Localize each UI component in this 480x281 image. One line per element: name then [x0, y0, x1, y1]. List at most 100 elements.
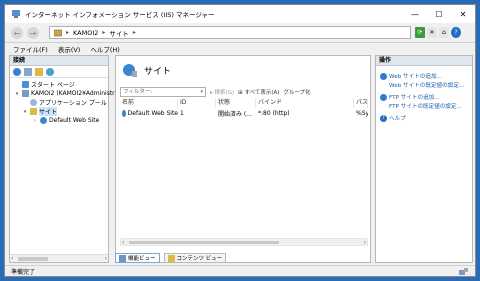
- connections-toolbar: [10, 66, 108, 78]
- table-header: 名前 ID 状態 バインド パス: [120, 98, 368, 108]
- status-bar: 準備完了: [5, 265, 475, 276]
- maximize-button[interactable]: ☐: [427, 5, 451, 23]
- search-icon: ▸: [210, 89, 213, 96]
- crumb-separator: ▸: [132, 29, 136, 36]
- column-state[interactable]: 状態: [216, 98, 256, 108]
- globe-icon: [380, 93, 387, 101]
- expand-icon[interactable]: ▾: [14, 91, 20, 97]
- show-all-button[interactable]: ⊞ すべて表示(A): [238, 88, 279, 96]
- menu-bar: ファイル(F) 表示(V) ヘルプ(H): [5, 43, 475, 55]
- server-icon: [54, 29, 62, 36]
- help-icon: ?: [380, 114, 387, 122]
- connect-icon[interactable]: [13, 67, 21, 76]
- features-view-icon: [119, 254, 126, 262]
- site-name: Default Web Site: [127, 109, 178, 117]
- scrollbar-thumb[interactable]: [18, 257, 48, 261]
- title-bar: インターネット インフォメーション サービス (IIS) マネージャー — ☐ …: [5, 5, 475, 23]
- tree-item-app-pools[interactable]: アプリケーション プール: [22, 98, 107, 107]
- connections-header: 接続: [10, 56, 108, 66]
- close-button[interactable]: ✕: [451, 5, 475, 23]
- action-website-defaults[interactable]: Web サイトの既定値の設定...: [389, 81, 464, 89]
- address-field[interactable]: ▸ KAMOI2 ▸ サイト ▸: [49, 26, 411, 39]
- iis-manager-window: インターネット インフォメーション サービス (IIS) マネージャー — ☐ …: [4, 4, 476, 277]
- scroll-left-icon[interactable]: ‹: [11, 255, 13, 262]
- action-help[interactable]: ? ヘルプ: [380, 114, 406, 122]
- chevron-down-icon[interactable]: ▾: [200, 88, 203, 96]
- iis-app-icon: [12, 10, 20, 18]
- tree-label: サイト: [39, 107, 58, 116]
- column-name[interactable]: 名前: [120, 98, 178, 108]
- folder-icon[interactable]: [35, 67, 43, 76]
- help-icon[interactable]: ?: [451, 27, 461, 38]
- site-binding: *:80 (http): [258, 109, 290, 117]
- filter-input[interactable]: フィルター: ▾: [120, 86, 206, 97]
- table-row[interactable]: Default Web Site 1 開始済み (... *:80 (http)…: [120, 108, 368, 118]
- home-icon[interactable]: ⌂: [439, 27, 449, 38]
- globe-icon: [40, 117, 47, 124]
- actions-pane: 操作 Web サイトの追加... Web サイトの既定値の設定... FTP サ…: [375, 55, 473, 263]
- tab-features-view[interactable]: 機能ビュー: [115, 253, 160, 263]
- tree-label: Default Web Site: [49, 117, 100, 124]
- refresh-icon[interactable]: ⟳: [415, 27, 425, 38]
- scroll-right-icon[interactable]: ›: [105, 255, 107, 262]
- scroll-right-icon[interactable]: ›: [364, 239, 366, 247]
- sites-scrollbar[interactable]: ‹ ›: [120, 238, 368, 246]
- action-add-website[interactable]: Web サイトの追加...: [380, 72, 442, 80]
- crumb-separator: ▸: [102, 29, 106, 36]
- globe-icon: [380, 72, 387, 80]
- crumb-separator: ▸: [66, 29, 70, 36]
- sites-header: サイト: [116, 56, 370, 84]
- menu-view[interactable]: 表示(V): [58, 44, 81, 54]
- filter-bar: フィルター: ▾ ▸ 検索(G) ⊞ すべて表示(A) グループ化: [120, 86, 368, 97]
- breadcrumb-sites[interactable]: サイト: [109, 28, 129, 38]
- breadcrumb-server[interactable]: KAMOI2: [73, 29, 98, 37]
- minimize-button[interactable]: —: [403, 5, 427, 23]
- show-all-icon: ⊞: [238, 89, 243, 96]
- menu-help[interactable]: ヘルプ(H): [90, 44, 119, 54]
- column-binding[interactable]: バインド: [256, 98, 354, 108]
- tree-item-server[interactable]: ▾ KAMOI2 (KAMOI2¥Administrator): [14, 89, 129, 98]
- menu-file[interactable]: ファイル(F): [13, 44, 48, 54]
- forward-button[interactable]: →: [27, 27, 39, 39]
- actions-header: 操作: [376, 56, 472, 66]
- window-title: インターネット インフォメーション サービス (IIS) マネージャー: [25, 11, 215, 19]
- network-status-icon: [459, 268, 468, 275]
- sites-table: 名前 ID 状態 バインド パス Default Web Site 1 開始済み…: [120, 98, 368, 118]
- tree-label: スタート ページ: [31, 82, 75, 89]
- action-add-ftp-site[interactable]: FTP サイトの追加...: [380, 93, 440, 101]
- sites-pane: サイト フィルター: ▾ ▸ 検索(G) ⊞ すべて表示(A) グループ化 名前…: [115, 55, 371, 263]
- scrollbar-thumb[interactable]: [129, 241, 279, 244]
- site-path: %Sy: [356, 109, 368, 117]
- expand-icon[interactable]: ▾: [22, 109, 28, 115]
- connections-pane: 接続 スタート ページ ▾ KAMOI2 (KAMOI2¥Administrat…: [9, 55, 129, 263]
- tab-content-view[interactable]: コンテンツ ビュー: [163, 253, 227, 263]
- column-id[interactable]: ID: [178, 98, 216, 108]
- group-by-button[interactable]: グループ化: [283, 88, 310, 96]
- globe-icon: [122, 109, 126, 117]
- view-tabs: 機能ビュー コンテンツ ビュー: [115, 253, 227, 263]
- back-button[interactable]: ←: [11, 27, 23, 39]
- status-text: 準備完了: [11, 269, 36, 276]
- sites-folder-icon: [30, 108, 37, 115]
- tree-label: アプリケーション プール: [39, 100, 107, 107]
- expand-icon[interactable]: ›: [32, 118, 38, 124]
- tree-item-sites[interactable]: ▾ サイト: [22, 107, 58, 116]
- arrow-right-icon: →: [29, 28, 37, 38]
- column-path[interactable]: パス: [354, 98, 368, 108]
- server-node-icon: [22, 90, 29, 97]
- action-ftp-defaults[interactable]: FTP サイトの既定値の設定...: [389, 102, 462, 110]
- save-icon[interactable]: [24, 67, 32, 76]
- scroll-left-icon[interactable]: ‹: [122, 239, 124, 247]
- refresh-connections-icon[interactable]: [46, 67, 54, 76]
- arrow-left-icon: ←: [13, 28, 21, 38]
- content-view-icon: [167, 254, 175, 262]
- tree-item-start-page[interactable]: スタート ページ: [14, 80, 75, 89]
- page-title: サイト: [144, 66, 172, 77]
- search-button[interactable]: ▸ 検索(G): [210, 88, 234, 96]
- connections-scrollbar[interactable]: ‹ ›: [10, 254, 108, 262]
- stop-icon[interactable]: ✕: [427, 27, 437, 38]
- tree-item-default-web-site[interactable]: › Default Web Site: [32, 116, 99, 125]
- start-page-icon: [22, 81, 29, 88]
- site-id: 1: [180, 109, 184, 117]
- sites-globe-icon: [123, 64, 137, 77]
